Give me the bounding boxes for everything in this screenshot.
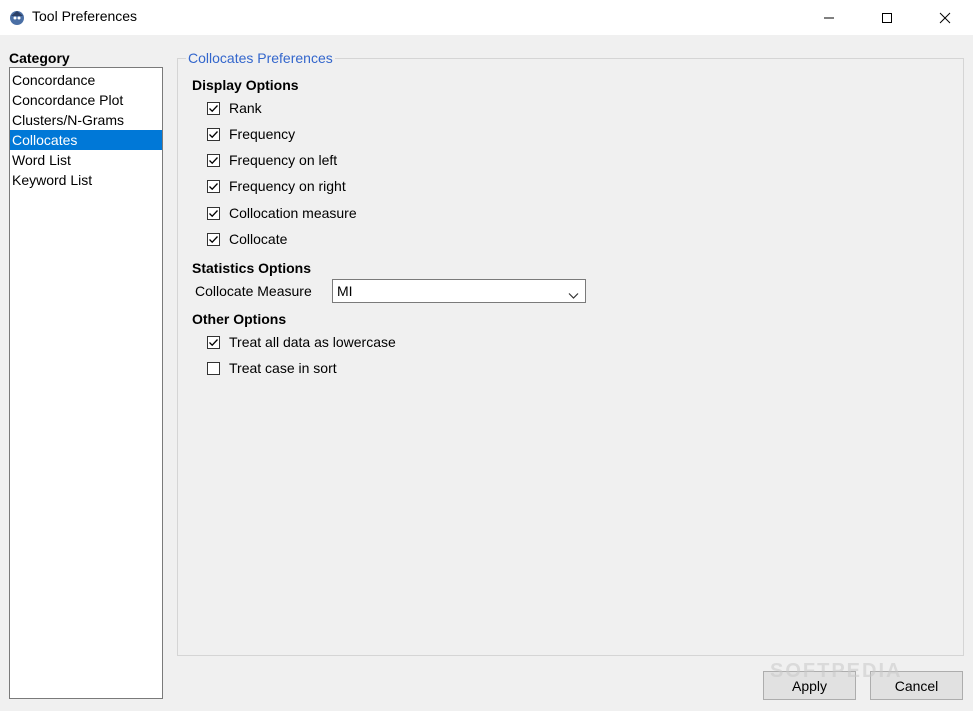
display-options-title: Display Options [192, 77, 299, 93]
checkbox-box[interactable] [207, 153, 220, 167]
category-item-clusters-ngrams[interactable]: Clusters/N-Grams [10, 110, 162, 130]
checkbox-box[interactable] [207, 232, 220, 246]
check-mark-icon [209, 104, 218, 112]
checkbox-collocate[interactable]: Collocate [207, 230, 287, 248]
preferences-group-title: Collocates Preferences [186, 50, 335, 66]
close-icon [939, 12, 951, 24]
category-item-keyword-list[interactable]: Keyword List [10, 170, 162, 190]
check-mark-icon [209, 156, 218, 164]
checkbox-box[interactable] [207, 127, 220, 141]
minimize-button[interactable] [800, 0, 858, 35]
checkbox-box[interactable] [207, 101, 220, 115]
checkbox-label: Collocation measure [229, 205, 357, 221]
checkbox-frequency-on-right[interactable]: Frequency on right [207, 177, 346, 195]
checkbox-label: Collocate [229, 231, 288, 247]
checkbox-label: Treat case in sort [229, 360, 337, 376]
checkbox-label: Rank [229, 100, 262, 116]
category-label: Category [9, 50, 70, 66]
maximize-button[interactable] [858, 0, 916, 35]
category-item-concordance-plot[interactable]: Concordance Plot [10, 90, 162, 110]
check-mark-icon [209, 338, 218, 346]
collocates-preferences-group [177, 58, 964, 656]
checkbox-box[interactable] [207, 179, 220, 193]
checkbox-label: Frequency [229, 126, 296, 142]
close-button[interactable] [916, 0, 973, 35]
checkbox-frequency[interactable]: Frequency [207, 125, 295, 143]
category-list[interactable]: Concordance Concordance Plot Clusters/N-… [9, 67, 163, 699]
checkbox-box[interactable] [207, 335, 220, 349]
check-mark-icon [209, 130, 218, 138]
checkbox-rank[interactable]: Rank [207, 99, 262, 117]
minimize-icon [823, 12, 835, 24]
other-options-title: Other Options [192, 311, 287, 327]
check-mark-icon [209, 209, 218, 217]
chevron-down-icon [568, 287, 579, 303]
title-bar: Tool Preferences [0, 0, 973, 35]
check-mark-icon [209, 182, 218, 190]
apply-button[interactable]: Apply [763, 671, 856, 700]
collocate-measure-label: Collocate Measure [195, 283, 312, 299]
statistics-options-title: Statistics Options [192, 260, 312, 276]
category-item-collocates[interactable]: Collocates [10, 130, 162, 150]
maximize-icon [881, 12, 893, 24]
category-item-concordance[interactable]: Concordance [10, 70, 162, 90]
cancel-button[interactable]: Cancel [870, 671, 963, 700]
checkbox-box[interactable] [207, 361, 220, 375]
app-logo-icon [8, 8, 26, 26]
checkbox-label: Treat all data as lowercase [229, 334, 396, 350]
checkbox-collocation-measure[interactable]: Collocation measure [207, 204, 357, 222]
checkbox-frequency-on-left[interactable]: Frequency on left [207, 151, 337, 169]
check-mark-icon [209, 235, 218, 243]
category-item-word-list[interactable]: Word List [10, 150, 162, 170]
checkbox-treat-all-data-lowercase[interactable]: Treat all data as lowercase [207, 333, 396, 351]
checkbox-label: Frequency on right [229, 178, 346, 194]
window-title: Tool Preferences [32, 8, 138, 24]
checkbox-box[interactable] [207, 206, 220, 220]
collocate-measure-select[interactable]: MI [332, 279, 586, 303]
checkbox-label: Frequency on left [229, 152, 338, 168]
checkbox-treat-case-in-sort[interactable]: Treat case in sort [207, 359, 337, 377]
tool-preferences-window: Tool Preferences Category Concordance Co… [0, 0, 973, 711]
collocate-measure-value: MI [337, 283, 353, 299]
